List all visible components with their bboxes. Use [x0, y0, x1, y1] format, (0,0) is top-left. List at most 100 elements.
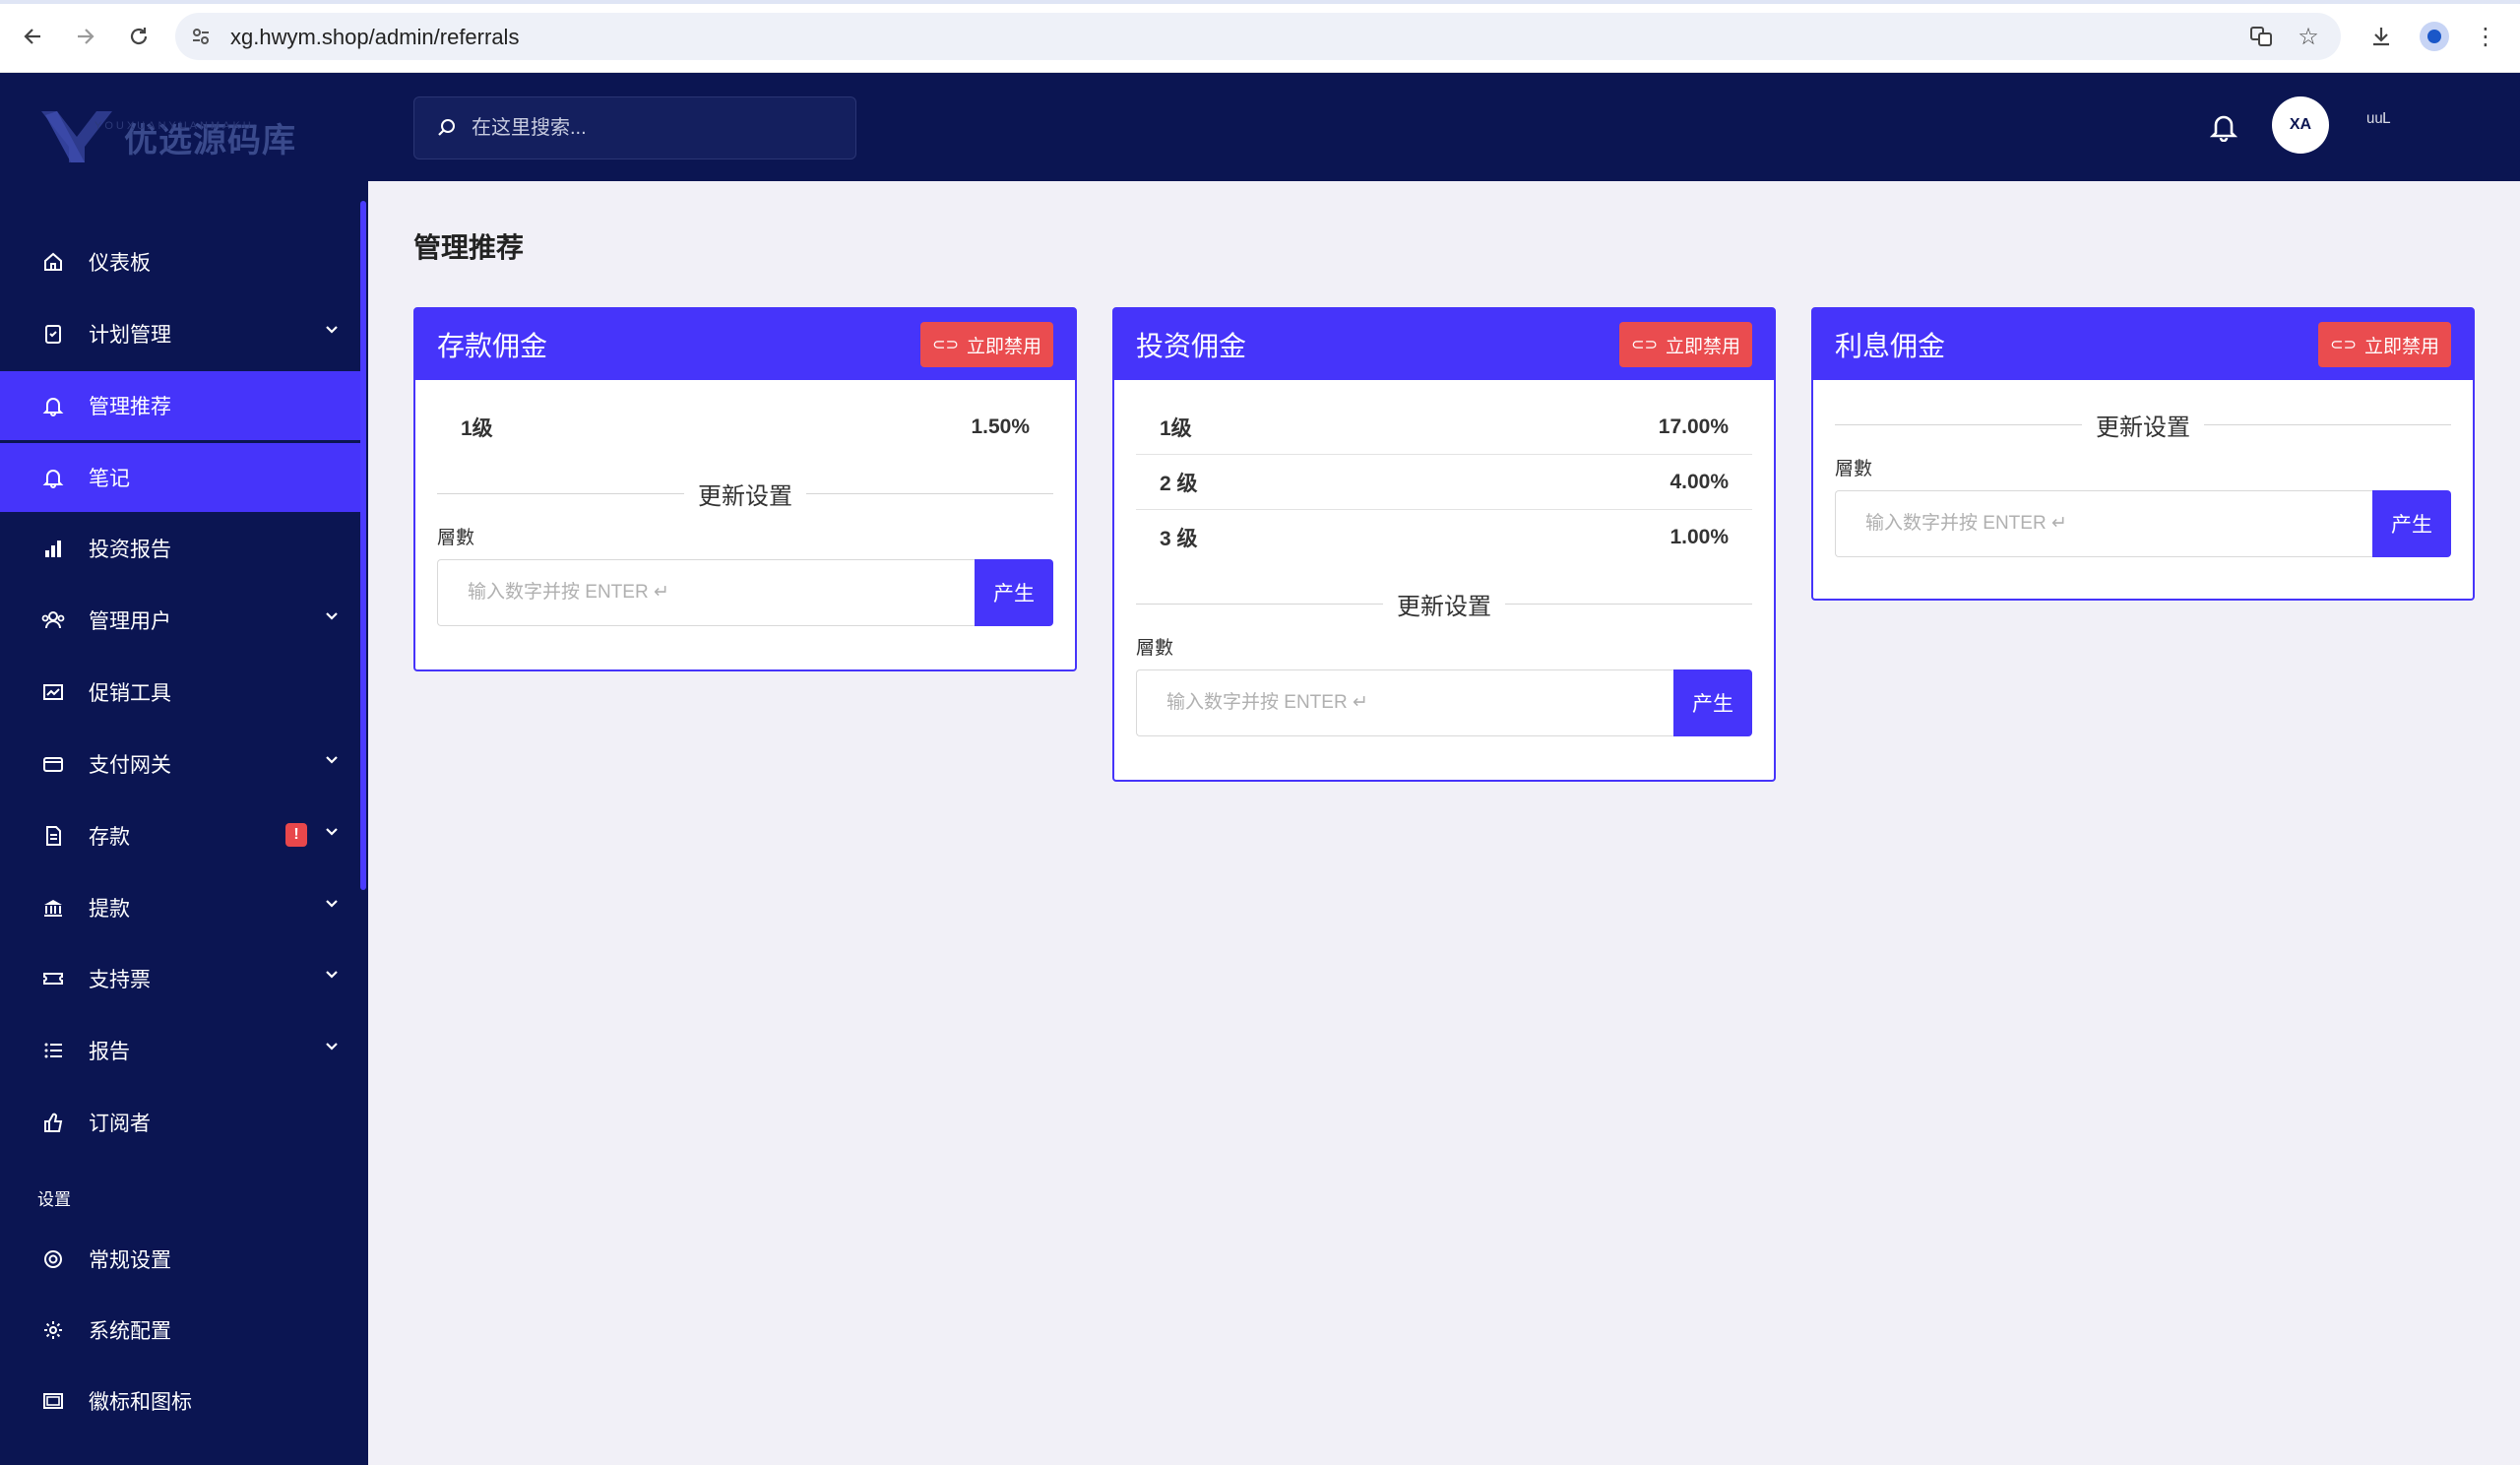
site-settings-icon[interactable]	[189, 25, 213, 48]
life-ring-icon	[39, 1245, 67, 1273]
disable-now-button[interactable]: ⊂⊃ 立即禁用	[2318, 322, 2451, 367]
search-input[interactable]	[472, 116, 846, 140]
search-box[interactable]	[413, 96, 856, 159]
chart-box-icon	[39, 678, 67, 706]
level-row: 1级 1.50%	[437, 400, 1053, 455]
chevron-down-icon	[325, 323, 339, 337]
sidebar-item-label: 管理用户	[89, 610, 171, 633]
disable-now-button[interactable]: ⊂⊃ 立即禁用	[920, 322, 1053, 367]
card-body: 1级 1.50% 更新设置 層數 产生	[415, 380, 1075, 669]
page-title: 管理推荐	[413, 232, 525, 263]
sidebar-item-label: 投资报告	[89, 539, 171, 561]
sidebar-item-investment-report[interactable]: 投资报告	[0, 514, 360, 583]
level-row: 3 级 1.00%	[1136, 510, 1752, 565]
disable-now-label: 立即禁用	[1665, 336, 1740, 357]
chevron-down-icon	[325, 897, 339, 911]
download-icon[interactable]	[2364, 20, 2398, 53]
address-bar[interactable]: xg.hwym.shop/admin/referrals	[175, 13, 2341, 60]
levels-field-label: 層數	[437, 528, 475, 548]
sidebar-item-label: 徽标和图标	[89, 1391, 192, 1414]
levels-input[interactable]	[1136, 669, 1673, 736]
card-title: 利息佣金	[1835, 331, 1946, 361]
bell-icon	[39, 464, 67, 491]
sidebar-item-label: 存款	[89, 826, 130, 849]
level-value: 1.50%	[971, 415, 1030, 438]
levels-input[interactable]	[437, 559, 975, 626]
update-settings-divider: 更新设置	[437, 477, 1053, 511]
level-label: 1级	[1160, 416, 1192, 440]
clipboard-icon	[39, 320, 67, 348]
link-icon: ⊂⊃	[932, 337, 959, 353]
chevron-down-icon	[325, 968, 339, 982]
translate-icon[interactable]	[2244, 20, 2278, 53]
sidebar-item-label: 系统配置	[89, 1320, 171, 1343]
reload-icon[interactable]	[122, 20, 156, 53]
card-header: 利息佣金 ⊂⊃ 立即禁用	[1813, 309, 2473, 380]
levels-input-group: 产生	[1136, 669, 1752, 736]
sidebar-item-label: 计划管理	[89, 324, 171, 347]
sidebar-item-dashboard[interactable]: 仪表板	[0, 227, 360, 296]
level-label: 1级	[461, 417, 493, 440]
sidebar-item-label: 笔记	[89, 468, 130, 490]
sidebar-item-subscribers[interactable]: 订阅者	[0, 1088, 360, 1157]
sidebar-scrollbar[interactable]	[360, 201, 366, 890]
user-name[interactable]: ᵘᵘᴸ	[2366, 108, 2391, 134]
document-icon	[39, 822, 67, 850]
generate-button[interactable]: 产生	[2372, 490, 2451, 557]
card-body: 1级 17.00% 2 级 4.00% 3 级 1.00% 更新设置 層數 产生	[1114, 380, 1774, 780]
sidebar-item-reports[interactable]: 报告	[0, 1016, 360, 1085]
sidebar-item-label: 支付网关	[89, 754, 171, 777]
disable-now-label: 立即禁用	[966, 336, 1041, 357]
sidebar-item-referrals[interactable]: 管理推荐	[0, 371, 360, 440]
sidebar-item-withdrawals[interactable]: 提款	[0, 873, 360, 942]
interest-commission-card: 利息佣金 ⊂⊃ 立即禁用 更新设置 層數 产生	[1811, 307, 2475, 601]
browser-toolbar: xg.hwym.shop/admin/referrals ☆ ⋮	[0, 0, 2520, 73]
home-icon	[39, 248, 67, 276]
sidebar-item-promotion[interactable]: 促销工具	[0, 658, 360, 727]
bookmark-star-icon[interactable]: ☆	[2292, 20, 2325, 53]
logo[interactable]: 优选源码库	[37, 102, 296, 171]
generate-button[interactable]: 产生	[975, 559, 1053, 626]
sidebar-item-notes[interactable]: 笔记	[0, 443, 360, 512]
levels-field-label: 層數	[1136, 638, 1174, 659]
update-settings-label: 更新设置	[698, 483, 792, 510]
generate-button[interactable]: 产生	[1673, 669, 1752, 736]
sidebar-item-system-config[interactable]: 系统配置	[0, 1296, 360, 1365]
card-icon	[39, 750, 67, 778]
more-menu-icon[interactable]: ⋮	[2469, 20, 2502, 53]
back-icon[interactable]	[16, 20, 49, 53]
chevron-down-icon	[325, 825, 339, 839]
update-settings-divider: 更新设置	[1136, 587, 1752, 621]
sidebar-item-deposits[interactable]: 存款 !	[0, 801, 360, 870]
sidebar-item-gateways[interactable]: 支付网关	[0, 730, 360, 798]
card-body: 更新设置 層數 产生	[1813, 380, 2473, 599]
levels-input[interactable]	[1835, 490, 2372, 557]
avatar[interactable]: XA	[2272, 96, 2329, 154]
update-settings-label: 更新设置	[2096, 414, 2190, 441]
profile-icon[interactable]	[2418, 20, 2451, 53]
forward-icon[interactable]	[69, 20, 102, 53]
disable-now-button[interactable]: ⊂⊃ 立即禁用	[1619, 322, 1752, 367]
avatar-initials: XA	[2289, 116, 2312, 133]
level-label: 2 级	[1160, 472, 1198, 495]
sidebar-item-tickets[interactable]: 支持票	[0, 944, 360, 1013]
disable-now-label: 立即禁用	[2363, 336, 2439, 357]
image-icon	[39, 1387, 67, 1415]
logo-mark-icon	[37, 107, 116, 166]
card-header: 投资佣金 ⊂⊃ 立即禁用	[1114, 309, 1774, 380]
card-header: 存款佣金 ⊂⊃ 立即禁用	[415, 309, 1075, 380]
update-settings-label: 更新设置	[1397, 594, 1491, 620]
level-value: 4.00%	[1670, 470, 1729, 493]
investment-commission-card: 投资佣金 ⊂⊃ 立即禁用 1级 17.00% 2 级 4.00% 3 级 1.0…	[1112, 307, 1776, 782]
sidebar-item-plans[interactable]: 计划管理	[0, 299, 360, 368]
thumbs-up-icon	[39, 1109, 67, 1136]
gear-icon	[39, 1316, 67, 1344]
card-title: 存款佣金	[437, 331, 548, 361]
levels-input-group: 产生	[1835, 490, 2451, 557]
sidebar-item-logo-icons[interactable]: 徽标和图标	[0, 1367, 360, 1435]
sidebar-item-general-settings[interactable]: 常规设置	[0, 1225, 360, 1294]
level-label: 3 级	[1160, 528, 1198, 550]
notification-bell-icon[interactable]	[2199, 102, 2248, 152]
sidebar-item-users[interactable]: 管理用户	[0, 586, 360, 655]
alert-badge: !	[285, 823, 307, 847]
